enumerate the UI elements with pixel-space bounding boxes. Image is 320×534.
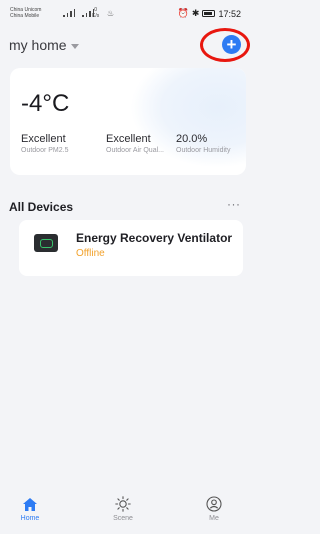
device-card[interactable]: Energy Recovery Ventilator Offline — [19, 220, 243, 276]
home-selector[interactable]: my home — [9, 37, 79, 53]
clock: 17:52 — [218, 8, 241, 19]
alarm-icon: ⏰ — [177, 8, 189, 18]
home-icon — [0, 496, 60, 512]
bluetooth-icon: ✱ — [191, 8, 200, 18]
carrier-2: China Mobile — [10, 13, 40, 19]
more-icon[interactable]: ··· — [227, 197, 241, 211]
temperature: -4°C — [21, 90, 70, 117]
signal-icon — [63, 9, 94, 17]
metric-pm25: Excellent Outdoor PM2.5 — [21, 133, 69, 154]
add-device-button[interactable]: + — [222, 35, 241, 54]
user-icon — [184, 496, 244, 512]
caret-down-icon — [70, 43, 79, 49]
status-right: ⏰ ✱ 17:52 — [178, 8, 241, 19]
home-name: my home — [9, 37, 67, 53]
sun-icon — [93, 496, 153, 512]
tab-scene[interactable]: Scene — [93, 496, 153, 522]
tab-home[interactable]: Home — [0, 496, 60, 522]
net-speed: 0 K/s — [92, 7, 100, 19]
status-bar: China Unicom China Mobile 0 K/s ♨ ⏰ ✱ 17… — [0, 0, 247, 26]
device-name: Energy Recovery Ventilator — [76, 231, 233, 245]
metric-air-quality: Excellent Outdoor Air Qual... — [106, 133, 164, 154]
notification-icon: ♨ — [107, 9, 115, 18]
tab-bar: Home Scene Me — [0, 496, 247, 534]
section-title: All Devices — [9, 200, 74, 214]
weather-card[interactable]: -4°C Excellent Outdoor PM2.5 Excellent O… — [10, 68, 246, 175]
plus-circle-icon: + — [226, 35, 237, 54]
tab-me[interactable]: Me — [184, 496, 244, 522]
device-status: Offline — [76, 248, 105, 259]
metric-humidity: 20.0% Outdoor Humidity — [176, 133, 231, 154]
carrier-info: China Unicom China Mobile — [10, 7, 41, 19]
ventilator-icon — [34, 234, 58, 252]
battery-icon — [202, 10, 216, 17]
